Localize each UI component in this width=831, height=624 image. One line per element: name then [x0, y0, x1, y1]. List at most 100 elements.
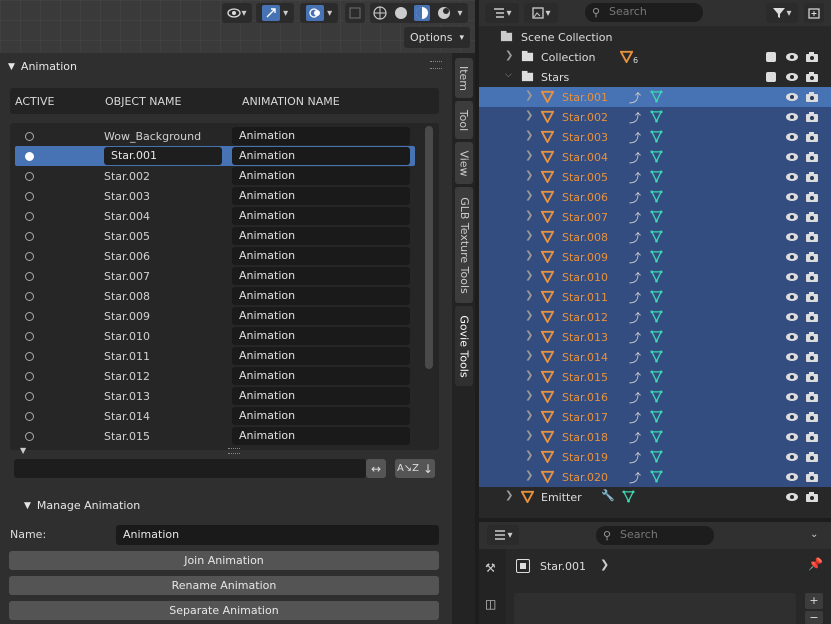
eye-icon[interactable] — [785, 50, 799, 64]
mesh-data-icon[interactable] — [650, 90, 663, 103]
camera-icon[interactable] — [805, 350, 819, 364]
material-shading-icon[interactable] — [414, 5, 431, 21]
animation-action-icon[interactable]: ⤴ — [629, 109, 641, 126]
chevron-right-icon[interactable]: ❯ — [525, 450, 533, 461]
camera-icon[interactable] — [805, 270, 819, 284]
list-item[interactable]: Star.010 Animation — [15, 326, 415, 346]
visibility-dropdown[interactable]: ▾ — [222, 3, 252, 23]
list-item[interactable]: Star.005 Animation — [15, 226, 415, 246]
display-mode-dropdown[interactable]: ▾ — [485, 3, 519, 23]
outliner-object-row[interactable]: ❯ Star.008 ⤴ — [479, 227, 831, 247]
outliner-object-row[interactable]: ❯ Star.006 ⤴ — [479, 187, 831, 207]
camera-icon[interactable] — [805, 110, 819, 124]
object-name-cell[interactable]: Star.002 — [104, 170, 150, 183]
active-radio[interactable] — [25, 392, 34, 401]
eye-icon[interactable] — [785, 470, 799, 484]
active-radio[interactable] — [25, 292, 34, 301]
eye-icon[interactable] — [785, 170, 799, 184]
animation-name-field[interactable]: Animation — [232, 267, 410, 285]
list-item[interactable]: Star.014 Animation — [15, 406, 415, 426]
animation-name-field[interactable]: Animation — [232, 147, 410, 165]
tab-item[interactable]: Item — [455, 58, 473, 98]
animation-section-header[interactable]: ▼ Animation — [8, 60, 77, 73]
chevron-right-icon[interactable]: ❯ — [525, 150, 533, 161]
eye-icon[interactable] — [785, 90, 799, 104]
mesh-data-icon[interactable] — [650, 430, 663, 443]
animation-action-icon[interactable]: ⤴ — [629, 209, 641, 226]
list-item[interactable]: Star.004 Animation — [15, 206, 415, 226]
outliner-object-row[interactable]: ❯ Star.004 ⤴ — [479, 147, 831, 167]
mesh-data-icon[interactable] — [650, 190, 663, 203]
chevron-right-icon[interactable]: ❯ — [525, 310, 533, 321]
list-item[interactable]: Star.011 Animation — [15, 346, 415, 366]
eye-icon[interactable] — [785, 430, 799, 444]
animation-name-field[interactable]: Animation — [232, 207, 410, 225]
animation-action-icon[interactable]: ⤴ — [629, 169, 641, 186]
object-name-cell[interactable]: Star.015 — [104, 430, 150, 443]
object-name-cell[interactable]: Star.009 — [104, 310, 150, 323]
animation-name-field[interactable]: Animation — [232, 407, 410, 425]
object-name-cell[interactable]: Star.010 — [104, 330, 150, 343]
mesh-data-icon[interactable] — [650, 290, 663, 303]
object-name-label[interactable]: Star.018 — [562, 431, 608, 444]
camera-icon[interactable] — [805, 470, 819, 484]
wrench-icon[interactable]: 🔧 — [601, 489, 615, 502]
chevron-right-icon[interactable]: ❯ — [525, 370, 533, 381]
tab-glb-texture-tools[interactable]: GLB Texture Tools — [455, 187, 473, 303]
list-item[interactable]: Star.015 Animation — [15, 426, 415, 446]
mesh-data-icon[interactable] — [650, 270, 663, 283]
chevron-right-icon[interactable]: ❯ — [525, 250, 533, 261]
eye-icon[interactable] — [785, 210, 799, 224]
new-collection-button[interactable] — [804, 3, 824, 23]
animation-action-icon[interactable]: ⤴ — [629, 409, 641, 426]
chevron-right-icon[interactable]: ❯ — [525, 350, 533, 361]
mesh-data-icon[interactable] — [650, 370, 663, 383]
outliner-object-row[interactable]: ❯ Star.007 ⤴ — [479, 207, 831, 227]
animation-name-field[interactable]: Animation — [232, 167, 410, 185]
eye-icon[interactable] — [785, 230, 799, 244]
mesh-data-icon[interactable] — [650, 250, 663, 263]
list-item[interactable]: Star.013 Animation — [15, 386, 415, 406]
tab-govie-tools[interactable]: Govie Tools — [455, 306, 473, 386]
eye-icon[interactable] — [785, 330, 799, 344]
camera-icon[interactable] — [805, 430, 819, 444]
sort-arrow-down-icon[interactable]: ↓ — [423, 462, 433, 476]
object-name-label[interactable]: Star.010 — [562, 271, 608, 284]
outliner-object-row[interactable]: ❯ Star.012 ⤴ — [479, 307, 831, 327]
eye-icon[interactable] — [785, 290, 799, 304]
mesh-data-icon[interactable] — [650, 110, 663, 123]
object-name-cell[interactable]: Star.011 — [104, 350, 150, 363]
eye-icon[interactable] — [785, 150, 799, 164]
collection-row[interactable]: ❯ Collection 6 — [479, 47, 831, 67]
chevron-right-icon[interactable]: ❯ — [525, 90, 533, 101]
object-name-label[interactable]: Star.013 — [562, 331, 608, 344]
eye-icon[interactable] — [785, 110, 799, 124]
outliner-object-row[interactable]: ❯ Star.015 ⤴ — [479, 367, 831, 387]
emitter-row[interactable]: ❯ Emitter 🔧 — [479, 487, 831, 507]
animation-action-icon[interactable]: ⤴ — [629, 349, 641, 366]
camera-icon[interactable] — [805, 370, 819, 384]
chevron-right-icon[interactable]: ❯ — [505, 50, 513, 61]
outliner-object-row[interactable]: ❯ Star.013 ⤴ — [479, 327, 831, 347]
mesh-data-icon[interactable] — [650, 230, 663, 243]
active-radio[interactable] — [25, 212, 34, 221]
active-radio[interactable] — [25, 372, 34, 381]
list-scrollbar[interactable] — [425, 126, 433, 369]
object-name-label[interactable]: Star.001 — [562, 91, 608, 104]
active-radio[interactable] — [25, 132, 34, 141]
mesh-data-icon[interactable] — [650, 170, 663, 183]
join-animation-button[interactable]: Join Animation — [9, 551, 439, 570]
eye-icon[interactable] — [785, 390, 799, 404]
camera-icon[interactable] — [805, 230, 819, 244]
chevron-right-icon[interactable]: ❯ — [525, 390, 533, 401]
active-radio[interactable] — [25, 432, 34, 441]
mesh-data-icon[interactable] — [650, 470, 663, 483]
eye-icon[interactable] — [785, 190, 799, 204]
animation-action-icon[interactable]: ⤴ — [629, 369, 641, 386]
tool-icon[interactable]: ⚒ — [485, 561, 496, 575]
outliner-search-input[interactable]: Search — [585, 3, 703, 22]
object-name-label[interactable]: Star.015 — [562, 371, 608, 384]
camera-icon[interactable] — [805, 50, 819, 64]
eye-icon[interactable] — [785, 310, 799, 324]
outliner-object-row[interactable]: ❯ Star.001 ⤴ — [479, 87, 831, 107]
